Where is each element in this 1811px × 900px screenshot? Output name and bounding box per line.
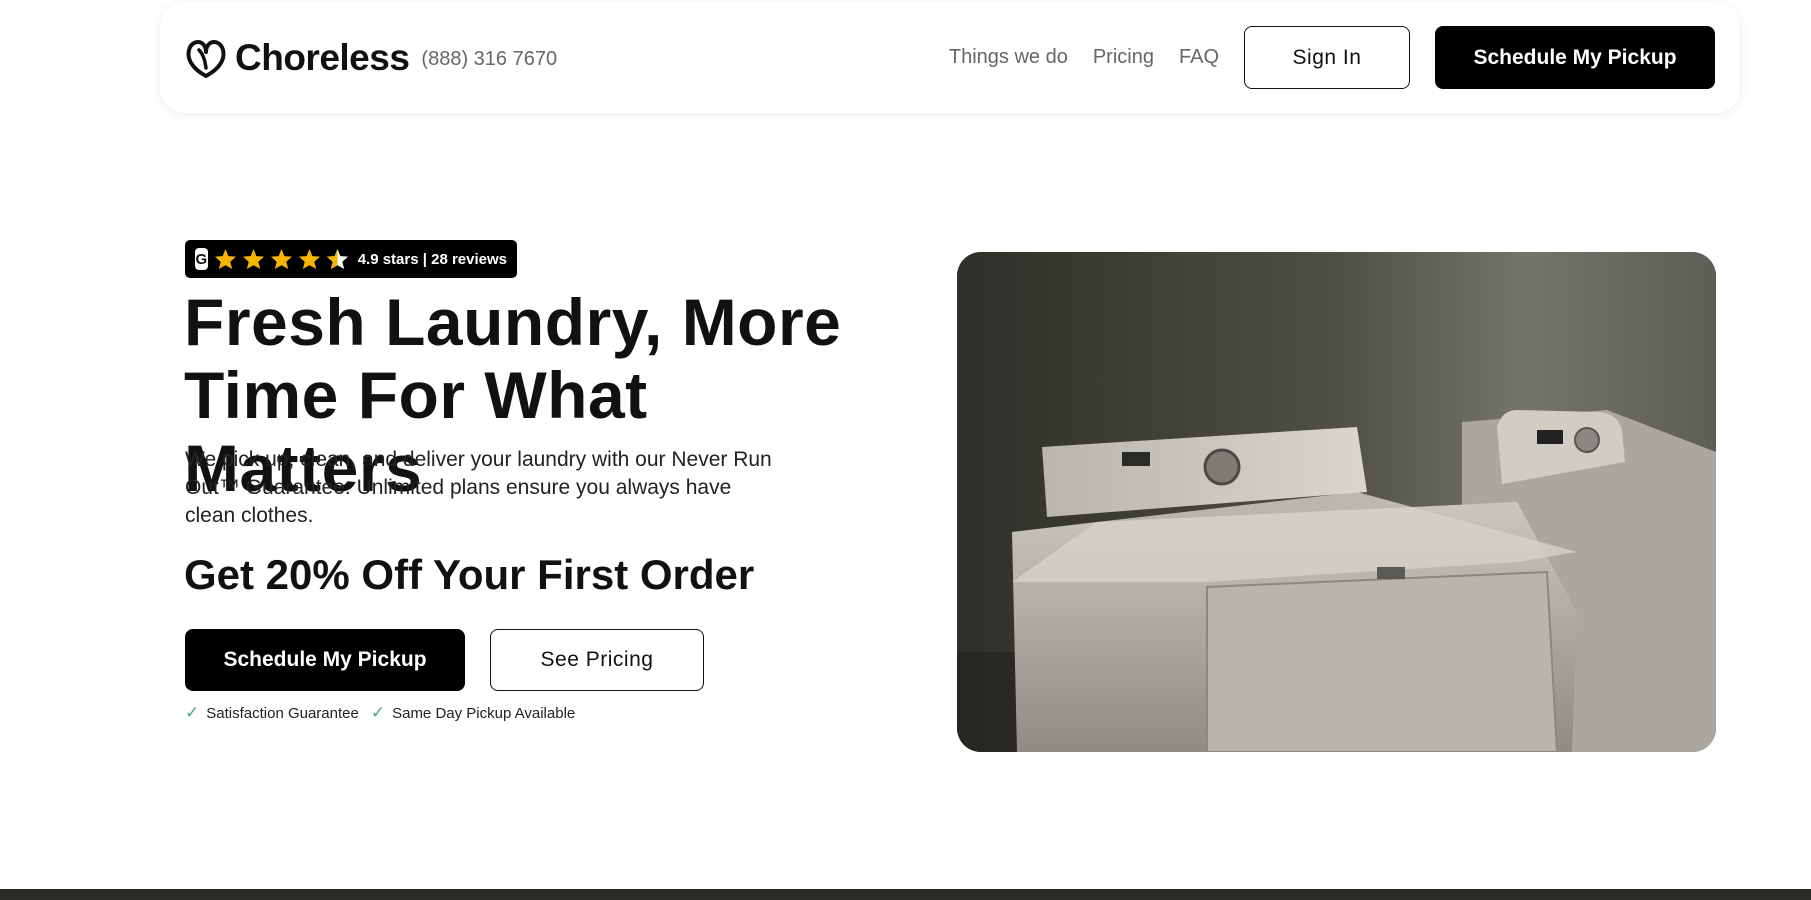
logo[interactable]: Choreless [185, 36, 410, 79]
feature-list: ✓ Satisfaction Guarantee ✓ Same Day Pick… [185, 703, 587, 723]
nav-faq[interactable]: FAQ [1179, 46, 1219, 69]
site-header: Choreless (888) 316 7670 Things we do Pr… [160, 2, 1740, 113]
bottom-strip [0, 889, 1811, 900]
star-icon [214, 248, 236, 270]
feature-item: ✓ Satisfaction Guarantee [185, 703, 359, 723]
star-rating [214, 248, 354, 270]
feature-label: Same Day Pickup Available [392, 704, 576, 722]
phone-number[interactable]: (888) 316 7670 [421, 48, 557, 71]
feature-item: ✓ Same Day Pickup Available [371, 703, 575, 723]
laundry-machines-illustration [957, 252, 1716, 752]
check-icon: ✓ [185, 703, 200, 722]
header-schedule-pickup-button[interactable]: Schedule My Pickup [1435, 26, 1715, 89]
main-nav: Things we do Pricing FAQ Sign In Schedul… [949, 26, 1715, 89]
nav-pricing[interactable]: Pricing [1093, 46, 1154, 69]
promo-heading: Get 20% Off Your First Order [184, 551, 755, 598]
google-icon: G [195, 248, 208, 270]
nav-things-we-do[interactable]: Things we do [949, 46, 1068, 69]
hero-image-laundry-machines [957, 252, 1716, 752]
check-icon: ✓ [370, 703, 386, 722]
star-icon [270, 248, 292, 270]
choreless-logo-icon [186, 39, 226, 78]
star-icon [242, 248, 264, 270]
rating-badge[interactable]: G 4.9 stars | 28 reviews [185, 240, 517, 278]
hero-subtitle: We pick up, clean, and deliver your laun… [185, 448, 772, 527]
hero-title-line-1: Fresh Laundry, More [184, 285, 842, 359]
sign-in-button[interactable]: Sign In [1244, 26, 1410, 89]
page: Choreless (888) 316 7670 Things we do Pr… [0, 0, 1811, 900]
half-star-icon [326, 248, 348, 270]
rating-text: 4.9 stars | 28 reviews [357, 250, 507, 268]
brand-name: Choreless [235, 36, 410, 78]
star-icon [298, 248, 320, 270]
feature-label: Satisfaction Guarantee [206, 704, 359, 722]
hero-schedule-pickup-button[interactable]: Schedule My Pickup [185, 629, 465, 691]
see-pricing-button[interactable]: See Pricing [490, 629, 704, 691]
